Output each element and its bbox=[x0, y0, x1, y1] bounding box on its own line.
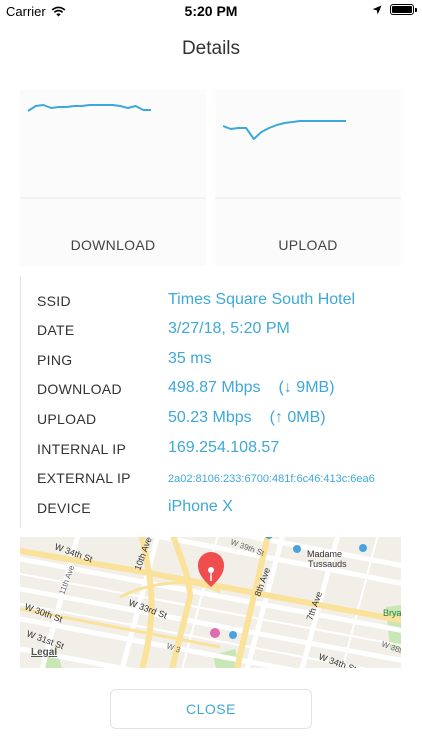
device-key: DEVICE bbox=[37, 500, 91, 516]
subway-icon bbox=[210, 628, 220, 638]
date-value: 3/27/18, 5:20 PM bbox=[168, 320, 290, 337]
upload-value-group: 50.23 Mbps (↑ 0MB) bbox=[168, 409, 326, 427]
download-chart-line bbox=[27, 104, 151, 112]
internal-ip-key: INTERNAL IP bbox=[37, 441, 127, 457]
details-info-card: SSID Times Square South Hotel DATE 3/27/… bbox=[20, 276, 401, 528]
upload-chart bbox=[215, 120, 401, 199]
download-value-group: 498.87 Mbps (↓ 9MB) bbox=[168, 379, 335, 397]
download-key: DOWNLOAD bbox=[37, 381, 122, 397]
upload-data-amount: (↑ 0MB) bbox=[269, 409, 326, 426]
battery-icon bbox=[390, 4, 417, 15]
download-speed: 498.87 Mbps bbox=[168, 379, 261, 396]
map-label-w34-right: W 34th St bbox=[317, 651, 358, 668]
poi-icon bbox=[229, 631, 237, 639]
info-row-date: DATE 3/27/18, 5:20 PM bbox=[21, 315, 402, 345]
status-time: 5:20 PM bbox=[184, 3, 238, 19]
download-chart bbox=[20, 104, 206, 199]
status-bar: Carrier 5:20 PM bbox=[0, 0, 422, 22]
upload-key: UPLOAD bbox=[37, 411, 97, 427]
map-canvas: W 34th St W 34th St W 33rd St W 30th St … bbox=[20, 537, 401, 668]
upload-chart-label: UPLOAD bbox=[278, 237, 338, 253]
map-legal-link[interactable]: Legal bbox=[31, 647, 57, 658]
location-map[interactable]: W 34th St W 34th St W 33rd St W 30th St … bbox=[20, 537, 401, 668]
info-row-download: DOWNLOAD 498.87 Mbps (↓ 9MB) bbox=[21, 374, 402, 404]
external-ip-value: 2a02:8106:233:6700:481f:6c46:413c:6ea6 bbox=[168, 473, 375, 485]
download-chart-label: DOWNLOAD bbox=[70, 237, 156, 253]
upload-chart-card: UPLOAD bbox=[215, 90, 401, 266]
ssid-key: SSID bbox=[37, 293, 71, 309]
date-key: DATE bbox=[37, 322, 75, 338]
info-row-external-ip: EXTERNAL IP 2a02:8106:233:6700:481f:6c46… bbox=[21, 463, 402, 493]
internal-ip-value: 169.254.108.57 bbox=[168, 439, 280, 456]
map-label-madame: Madame bbox=[307, 549, 342, 559]
poi-icon bbox=[359, 544, 367, 552]
page-title: Details bbox=[181, 38, 241, 59]
download-chart-card: DOWNLOAD bbox=[20, 90, 206, 266]
device-value: iPhone X bbox=[168, 498, 233, 515]
info-row-device: DEVICE iPhone X bbox=[21, 493, 402, 523]
info-row-ping: PING 35 ms bbox=[21, 345, 402, 375]
location-arrow-icon bbox=[372, 5, 382, 14]
status-right bbox=[372, 4, 417, 15]
ssid-value: Times Square South Hotel bbox=[168, 291, 356, 308]
upload-speed: 50.23 Mbps bbox=[168, 409, 252, 426]
map-label-bryant: Brya bbox=[383, 608, 401, 618]
map-label-tussauds: Tussauds bbox=[308, 559, 347, 569]
close-button[interactable]: CLOSE bbox=[110, 689, 312, 729]
ping-key: PING bbox=[37, 352, 73, 368]
poi-icon bbox=[293, 545, 301, 553]
external-ip-key: EXTERNAL IP bbox=[37, 470, 131, 486]
info-row-internal-ip: INTERNAL IP 169.254.108.57 bbox=[21, 434, 402, 464]
info-row-ssid: SSID Times Square South Hotel bbox=[21, 286, 402, 316]
info-row-upload: UPLOAD 50.23 Mbps (↑ 0MB) bbox=[21, 404, 402, 434]
download-data-amount: (↓ 9MB) bbox=[278, 379, 335, 396]
ping-value: 35 ms bbox=[168, 350, 212, 367]
upload-chart-line bbox=[222, 120, 346, 140]
